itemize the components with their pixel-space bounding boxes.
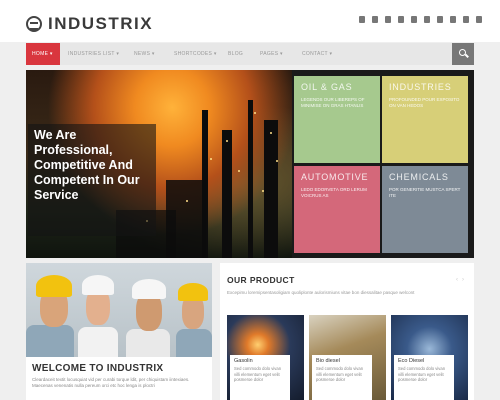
tile-title: CHEMICALS: [389, 172, 449, 182]
product-title: OUR PRODUCT: [227, 275, 295, 285]
lock-icon[interactable]: [463, 16, 469, 23]
card-title: Gasolin: [234, 358, 253, 364]
card-title: Eco Diesel: [398, 358, 425, 364]
product-intro: Excepimu loremipsentasoligiam quoliplont…: [227, 290, 415, 295]
tile-text: LEGENDS OUR LIBEREPS OF MINIMISE ON GRAS…: [301, 97, 365, 108]
nav-item-news[interactable]: NEWS ▾: [126, 43, 166, 65]
flickr-icon[interactable]: [450, 16, 456, 23]
product-card-gasolin[interactable]: Gasolin Sed commodo dolo vivan villi ele…: [227, 315, 304, 400]
product-cards: Gasolin Sed commodo dolo vivan villi ele…: [227, 315, 468, 400]
category-tiles: OIL & GAS LEGENDS OUR LIBEREPS OF MINIMI…: [292, 70, 474, 258]
welcome-panel: WELCOME TO INDUSTRIX Cleardaceit textit …: [26, 263, 212, 400]
site-header: INDUSTRIX: [0, 0, 500, 42]
tile-text: POR GENERITIE MUSTCA SPERT ITE: [389, 187, 461, 198]
tile-oil-gas[interactable]: OIL & GAS LEGENDS OUR LIBEREPS OF MINIMI…: [294, 76, 380, 163]
product-carousel-nav: ‹ ›: [456, 277, 464, 283]
nav-item-contact[interactable]: CONTACT ▾: [294, 43, 342, 65]
product-panel: OUR PRODUCT ‹ › Excepimu loremipsentasol…: [220, 263, 474, 400]
brand-name: INDUSTRIX: [48, 14, 154, 33]
hero-line: Professional,: [34, 143, 113, 157]
google-plus-icon[interactable]: [398, 16, 404, 23]
youtube-icon[interactable]: [411, 16, 417, 23]
tile-automotive[interactable]: AUTOMOTIVE LEDO EDORVETA ORD LERUM VOICR…: [294, 166, 380, 253]
tile-text: LEDO EDORVETA ORD LERUM VOICRUS AS: [301, 187, 367, 198]
product-card-bio-diesel[interactable]: Bio diesel Sed commodo dolo vivan villi …: [309, 315, 386, 400]
tile-industries[interactable]: INDUSTRIES PROFOUNDED POUR EXPOSITO ON V…: [382, 76, 468, 163]
hero-section: We Are Professional, Competitive And Com…: [26, 70, 474, 258]
tile-title: OIL & GAS: [301, 82, 353, 92]
hero-caption: We Are Professional, Competitive And Com…: [28, 124, 156, 236]
nav-item-blog[interactable]: BLOG: [220, 43, 252, 65]
main-nav: HOME ▾ INDUSTRIES LIST ▾ NEWS ▾ SHORTCOD…: [26, 43, 474, 65]
nav-item-pages[interactable]: PAGES ▾: [252, 43, 294, 65]
nav-item-industries-list[interactable]: INDUSTRIES LIST ▾: [60, 43, 126, 65]
nav-item-home[interactable]: HOME ▾: [26, 43, 60, 65]
dribbble-icon[interactable]: [437, 16, 443, 23]
card-text: Sed commodo dolo vivan villi elementum e…: [234, 366, 282, 382]
tile-chemicals[interactable]: CHEMICALS POR GENERITIE MUSTCA SPERT ITE: [382, 166, 468, 253]
hero-line: Competitive And: [34, 158, 133, 172]
hero-line: We Are: [34, 128, 77, 142]
welcome-title: WELCOME TO INDUSTRIX: [32, 363, 164, 374]
card-label: Bio diesel Sed commodo dolo vivan villi …: [312, 355, 372, 400]
linkedin-icon[interactable]: [424, 16, 430, 23]
search-button[interactable]: [452, 43, 474, 65]
card-title: Bio diesel: [316, 358, 340, 364]
hero-line: Competent In Our: [34, 173, 140, 187]
social-icons: [359, 16, 482, 23]
tile-text: PROFOUNDED POUR EXPOSITO ON VAN HEDOS: [389, 97, 460, 108]
logo-icon: [26, 16, 42, 32]
twitter-icon[interactable]: [385, 16, 391, 23]
card-text: Sed commodo dolo vivan villi elementum e…: [398, 366, 446, 382]
hero-line: Service: [34, 188, 79, 202]
nav-item-shortcodes[interactable]: SHORTCODES ▾: [166, 43, 220, 65]
logo[interactable]: INDUSTRIX: [26, 14, 153, 34]
workers-image: [26, 263, 212, 357]
card-label: Eco Diesel Sed commodo dolo vivan villi …: [394, 355, 454, 400]
facebook-icon[interactable]: [372, 16, 378, 23]
tile-title: AUTOMOTIVE: [301, 172, 369, 182]
card-label: Gasolin Sed commodo dolo vivan villi ele…: [230, 355, 290, 400]
card-text: Sed commodo dolo vivan villi elementum e…: [316, 366, 364, 382]
tile-title: INDUSTRIES: [389, 82, 452, 92]
rss-icon[interactable]: [359, 16, 365, 23]
user-icon[interactable]: [476, 16, 482, 23]
welcome-text: Cleardaceit textit locusquiat vid per cu…: [32, 377, 190, 388]
chevron-left-icon[interactable]: ‹: [456, 277, 458, 283]
chevron-right-icon[interactable]: ›: [462, 277, 464, 283]
product-card-eco-diesel[interactable]: Eco Diesel Sed commodo dolo vivan villi …: [391, 315, 468, 400]
